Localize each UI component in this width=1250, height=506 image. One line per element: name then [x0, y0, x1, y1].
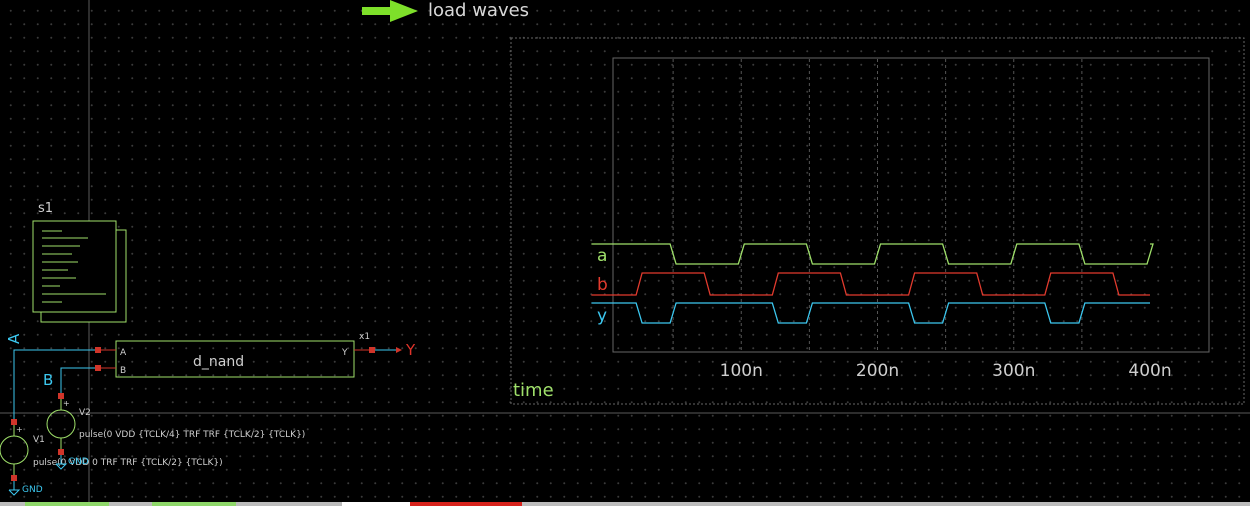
- plot-area: [612, 57, 1210, 353]
- x-tick-label: 300n: [992, 361, 1035, 381]
- waveform-graph[interactable]: 100n 200n 300n 400n aby: [591, 57, 1210, 381]
- wires: [13, 349, 400, 490]
- x-axis-label: time: [513, 380, 554, 401]
- v2-ref: V2: [79, 408, 91, 418]
- s1-symbol[interactable]: [32, 220, 127, 323]
- d-nand-instance[interactable]: [95, 340, 402, 378]
- legend-y: y: [597, 306, 607, 326]
- v1-ref: V1: [33, 435, 45, 445]
- net-label-a: A: [5, 333, 23, 344]
- footer-tab-4[interactable]: [410, 502, 522, 506]
- legend-b: b: [597, 275, 608, 295]
- pin-y-label: Y: [341, 348, 348, 358]
- pin-b-label: B: [120, 366, 126, 376]
- net-label-b: B: [43, 371, 53, 389]
- wave-y: [591, 302, 1150, 324]
- x-tick-label: 200n: [856, 361, 899, 381]
- footer-tab-1[interactable]: [25, 502, 109, 506]
- v2-expr: pulse(0 VDD {TCLK/4} TRF TRF {TCLK/2} {T…: [79, 430, 305, 440]
- gnd-label-1: GND: [22, 485, 43, 495]
- wave-b: [591, 272, 1150, 296]
- wave-a: [591, 243, 1154, 265]
- footer-tab-3[interactable]: [342, 502, 410, 506]
- v2-source[interactable]: [46, 393, 76, 455]
- net-label-y: Y: [405, 341, 416, 359]
- v1-source[interactable]: [0, 419, 29, 481]
- gnd-label-2: GND: [68, 457, 89, 467]
- footer-tab-2[interactable]: [152, 502, 236, 506]
- v1-plus: +: [16, 425, 23, 434]
- v2-plus: +: [63, 399, 70, 408]
- instance-ref: x1: [359, 332, 370, 342]
- instance-cell-name: d_nand: [193, 354, 244, 370]
- pin-a-label: A: [120, 348, 127, 358]
- schematic-canvas[interactable]: s1 A B Y A B Y d_nand x1 + V2 pulse(0 VD…: [0, 0, 1250, 506]
- legend-a: a: [597, 246, 607, 266]
- s1-label: s1: [38, 201, 53, 216]
- v1-expr: pulse(0 VDD 0 TRF TRF {TCLK/2} {TCLK}): [33, 458, 223, 468]
- x-tick-label: 100n: [720, 361, 763, 381]
- x-tick-label: 400n: [1128, 361, 1171, 381]
